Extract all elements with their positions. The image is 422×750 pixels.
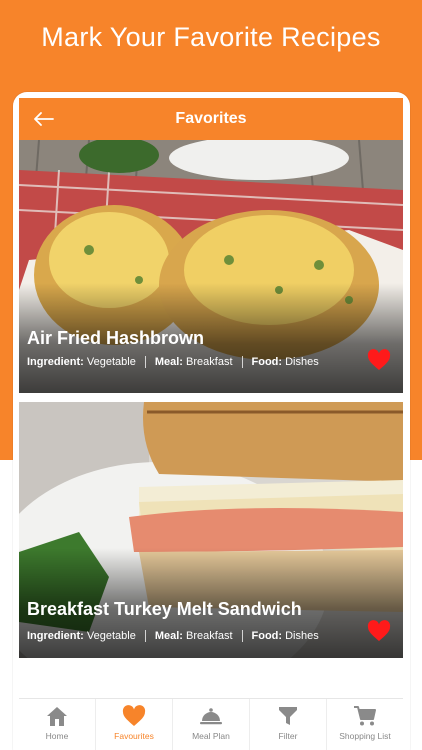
food-value: Dishes xyxy=(285,356,319,368)
recipe-title: Air Fried Hashbrown xyxy=(27,328,205,348)
recipe-meta: Ingredient: Vegetable Meal: Breakfast Fo… xyxy=(27,630,319,642)
ingredient-label: Ingredient: xyxy=(27,630,84,642)
tab-meal-plan[interactable]: Meal Plan xyxy=(173,699,250,750)
food-label: Food: xyxy=(251,630,283,642)
tab-home[interactable]: Home xyxy=(19,699,96,750)
meta-divider xyxy=(241,356,243,368)
tab-filter[interactable]: Filter xyxy=(250,699,327,750)
ingredient-label: Ingredient: xyxy=(27,356,84,368)
tab-label: Meal Plan xyxy=(192,731,230,741)
tab-label: Filter xyxy=(278,731,298,741)
heart-icon[interactable] xyxy=(367,349,391,371)
meta-divider xyxy=(241,630,243,642)
meal-label: Meal: xyxy=(154,356,183,368)
app-screen: Favorites Air Fried Hashbrown Ingredient… xyxy=(19,98,403,750)
tab-label: Home xyxy=(45,731,69,741)
recipe-card-turkey-melt[interactable]: Breakfast Turkey Melt Sandwich Ingredien… xyxy=(19,402,403,658)
promo-title: Mark Your Favorite Recipes xyxy=(41,22,381,52)
tab-shopping-list[interactable]: Shopping List xyxy=(327,699,403,750)
tab-label: Favourites xyxy=(114,731,154,741)
tab-label: Shopping List xyxy=(339,731,391,741)
meta-divider xyxy=(144,356,146,368)
home-icon xyxy=(47,707,67,726)
cart-icon xyxy=(354,706,376,726)
meal-value: Breakfast xyxy=(186,630,233,642)
bottom-tab-bar: Home Favourites Meal Plan Filter Shoppin… xyxy=(19,698,403,750)
ingredient-value: Vegetable xyxy=(86,630,136,642)
recipe-title: Breakfast Turkey Melt Sandwich xyxy=(27,599,302,619)
food-label: Food: xyxy=(251,356,283,368)
ingredient-value: Vegetable xyxy=(86,356,136,368)
meal-value: Breakfast xyxy=(186,356,233,368)
tab-favourites[interactable]: Favourites xyxy=(96,699,173,750)
meal-label: Meal: xyxy=(154,630,183,642)
app-header: Favorites xyxy=(19,98,403,140)
recipe-card-air-fried-hashbrown[interactable]: Air Fried Hashbrown Ingredient: Vegetabl… xyxy=(19,140,403,393)
cloche-icon xyxy=(200,708,222,725)
filter-icon xyxy=(279,707,297,725)
food-value: Dishes xyxy=(285,630,319,642)
heart-icon[interactable] xyxy=(367,620,391,642)
recipe-meta: Ingredient: Vegetable Meal: Breakfast Fo… xyxy=(27,356,319,368)
meta-divider xyxy=(144,630,146,642)
heart-icon xyxy=(122,705,146,726)
page-title: Favorites xyxy=(175,110,247,127)
